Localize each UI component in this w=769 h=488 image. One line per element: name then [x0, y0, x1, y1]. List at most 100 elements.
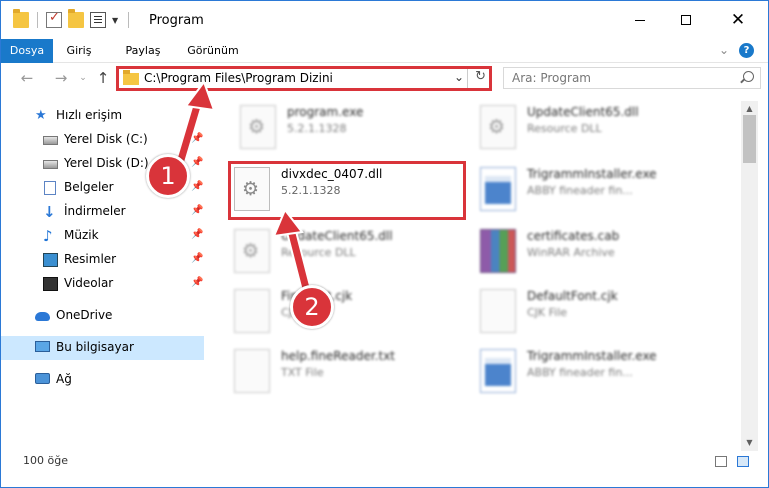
chevron-down-icon[interactable]: ▼: [112, 16, 118, 25]
ribbon-expand-icon[interactable]: ⌄: [719, 43, 729, 57]
sidebar-item-label: Ağ: [56, 372, 72, 386]
minimize-icon: [635, 19, 645, 21]
tiles-view-icon[interactable]: [737, 456, 749, 467]
sidebar-item-downloads[interactable]: ↓ İndirmeler 📌: [1, 200, 204, 224]
file-item[interactable]: TrigrammInstaller.exe ABBY fineader fin.…: [480, 163, 720, 219]
step-badge-1: 1: [146, 154, 190, 198]
sidebar-item-videos[interactable]: Videolar 📌: [1, 272, 204, 296]
navigation-pane: ★ Hızlı erişim Yerel Disk (C:) 📌 Yerel D…: [1, 101, 204, 451]
back-button[interactable]: ←: [17, 68, 37, 88]
documents-icon: [44, 181, 56, 195]
title-bar: ▼ Program ✕: [1, 1, 768, 39]
sidebar-item-disk-c[interactable]: Yerel Disk (C:) 📌: [1, 128, 204, 152]
window-title: Program: [149, 13, 204, 28]
file-item[interactable]: help.fineReader.txt TXT File: [234, 345, 474, 401]
file-item[interactable]: DefaultFont.cjk CJK File: [480, 285, 720, 341]
file-item[interactable]: UpdateClient65.dll Resource DLL: [480, 101, 720, 157]
dll-file-icon: [480, 105, 516, 149]
pin-icon[interactable]: 📌: [191, 181, 203, 192]
close-button[interactable]: ✕: [715, 1, 761, 39]
file-item[interactable]: UpdateClient65.dll Resource DLL: [234, 225, 474, 281]
tab-view[interactable]: Görünüm: [181, 39, 245, 63]
file-detail: CJK File: [527, 306, 568, 319]
sidebar-item-pictures[interactable]: Resimler 📌: [1, 248, 204, 272]
sidebar-item-network[interactable]: Ağ: [1, 368, 204, 392]
status-bar: 100 öğe: [1, 451, 768, 473]
minimize-button[interactable]: [617, 1, 663, 39]
file-detail: Resource DLL: [281, 246, 356, 259]
ribbon: Dosya Giriş Paylaş Görünüm ⌄ ?: [1, 39, 768, 63]
file-item[interactable]: program.exe 5.2.1.1328: [240, 101, 480, 157]
pin-icon[interactable]: 📌: [191, 229, 203, 240]
file-name: UpdateClient65.dll: [527, 105, 639, 119]
file-list: program.exe 5.2.1.1328 UpdateClient65.dl…: [214, 101, 741, 451]
highlight-box: [228, 161, 466, 220]
file-name: DefaultFont.cjk: [527, 289, 618, 303]
customize-toolbar-icon[interactable]: [90, 12, 106, 28]
navigation-bar: ← → ⌄ ↑ C:\Program Files\Program Dizini …: [1, 63, 768, 95]
vertical-scrollbar[interactable]: ▲ ▼: [741, 101, 758, 451]
file-name: certificates.cab: [527, 229, 620, 243]
file-detail: 5.2.1.1328: [287, 122, 347, 135]
pictures-icon: [43, 253, 58, 267]
sidebar-item-label: Bu bilgisayar: [56, 340, 134, 354]
star-icon: ★: [35, 108, 47, 123]
new-folder-icon[interactable]: [68, 9, 84, 28]
address-path[interactable]: C:\Program Files\Program Dizini: [144, 71, 333, 85]
sidebar-item-label: İndirmeler: [64, 204, 126, 218]
toolbar-divider: [128, 12, 130, 28]
scroll-down-icon[interactable]: ▼: [741, 435, 758, 451]
tab-home[interactable]: Giriş: [57, 39, 101, 63]
maximize-button[interactable]: [663, 1, 709, 39]
sidebar-item-label: Hızlı erişim: [56, 108, 123, 122]
computer-icon: [35, 341, 50, 352]
pin-icon[interactable]: 📌: [191, 253, 203, 264]
exe-file-icon: [480, 349, 516, 393]
sidebar-item-onedrive[interactable]: OneDrive: [1, 304, 204, 328]
search-icon[interactable]: [743, 71, 754, 82]
address-bar[interactable]: C:\Program Files\Program Dizini ⌄ ↻: [116, 66, 492, 91]
download-icon: ↓: [43, 203, 56, 221]
pin-icon[interactable]: 📌: [191, 277, 203, 288]
pin-icon[interactable]: 📌: [191, 205, 203, 216]
pin-icon[interactable]: 📌: [191, 157, 203, 168]
file-name: TrigrammInstaller.exe: [527, 349, 657, 363]
help-icon[interactable]: ?: [739, 43, 754, 58]
up-button[interactable]: ↑: [93, 68, 113, 88]
address-dropdown-icon[interactable]: ⌄: [454, 70, 464, 84]
file-name: UpdateClient65.dll: [281, 229, 393, 243]
scroll-thumb[interactable]: [743, 115, 756, 163]
sidebar-item-quick-access[interactable]: ★ Hızlı erişim: [1, 104, 204, 128]
network-icon: [35, 373, 50, 384]
recent-locations-button[interactable]: ⌄: [73, 68, 93, 88]
file-detail: WinRAR Archive: [527, 246, 615, 259]
sidebar-item-this-pc[interactable]: Bu bilgisayar: [1, 336, 204, 360]
disk-icon: [43, 136, 58, 145]
dll-file-icon: [240, 105, 276, 149]
videos-icon: [43, 277, 58, 291]
pin-icon[interactable]: 📌: [191, 133, 203, 144]
archive-file-icon: [480, 229, 516, 273]
search-input[interactable]: Ara: Program: [503, 67, 761, 89]
disk-icon: [43, 160, 58, 169]
cloud-icon: [35, 312, 50, 321]
file-item[interactable]: TrigrammInstaller.exe ABBY fineader fin.…: [480, 345, 720, 401]
file-detail: TXT File: [281, 366, 324, 379]
file-item[interactable]: certificates.cab WinRAR Archive: [480, 225, 720, 281]
sidebar-item-label: Yerel Disk (C:): [64, 132, 148, 146]
exe-file-icon: [480, 167, 516, 211]
tab-share[interactable]: Paylaş: [113, 39, 173, 63]
step-badge-2: 2: [290, 285, 334, 329]
address-divider: [467, 69, 468, 88]
refresh-icon[interactable]: ↻: [475, 69, 486, 84]
file-name: program.exe: [287, 105, 364, 119]
blank-file-icon: [234, 289, 270, 333]
properties-check-icon[interactable]: [46, 10, 62, 28]
details-view-icon[interactable]: [715, 456, 727, 467]
explorer-window: ▼ Program ✕ Dosya Giriş Paylaş Görünüm ⌄…: [0, 0, 769, 488]
sidebar-item-label: OneDrive: [56, 308, 113, 322]
forward-button[interactable]: →: [51, 68, 71, 88]
sidebar-item-music[interactable]: ♪ Müzik 📌: [1, 224, 204, 248]
file-item[interactable]: FineFont.cjk CJK File: [234, 285, 474, 341]
tab-file[interactable]: Dosya: [1, 39, 53, 63]
